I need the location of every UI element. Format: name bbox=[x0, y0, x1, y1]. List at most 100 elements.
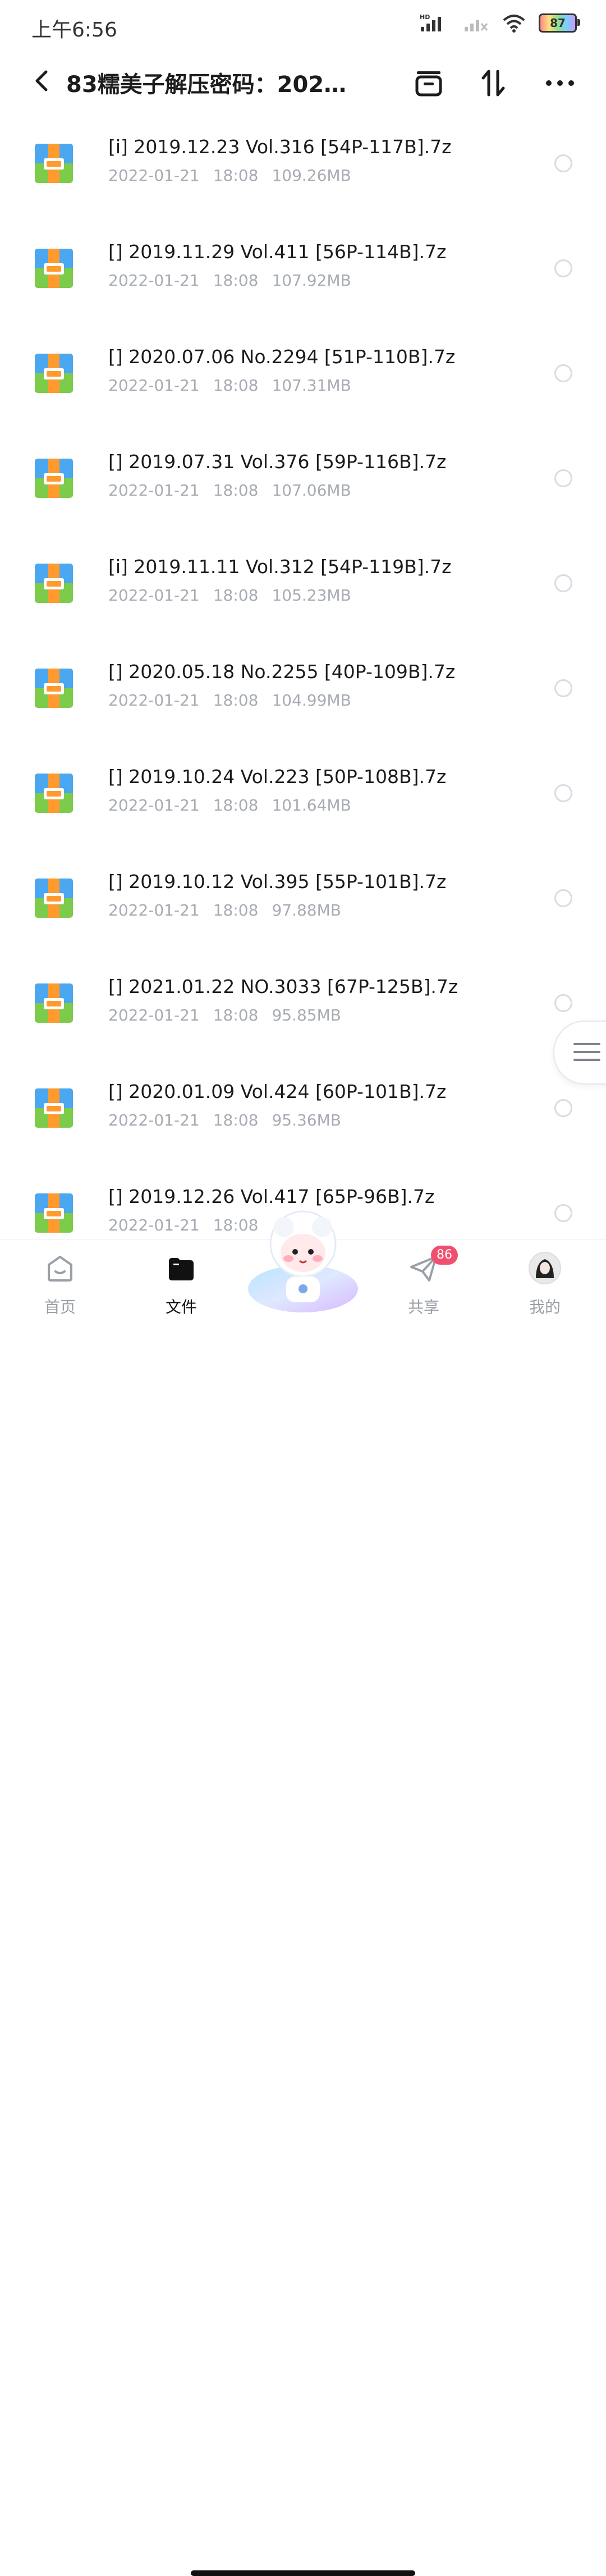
file-meta: 2022-01-21 18:08 97.88MB bbox=[108, 901, 355, 919]
zip-archive-icon bbox=[35, 1193, 73, 1233]
sort-button[interactable] bbox=[477, 66, 511, 100]
file-size: 107.31MB bbox=[272, 376, 351, 395]
zip-archive-icon bbox=[35, 564, 73, 603]
file-time: 18:08 bbox=[213, 271, 259, 290]
nav-share-label: 共享 bbox=[407, 1298, 439, 1316]
file-time: 18:08 bbox=[213, 376, 259, 395]
zip-archive-icon bbox=[35, 879, 73, 918]
file-name: [] 2019.10.24 Vol.223 [50P-108B].7z bbox=[108, 766, 447, 788]
file-time: 18:08 bbox=[213, 1006, 259, 1024]
file-row[interactable]: [] 2019.10.12 Vol.395 [55P-101B].7z 2022-… bbox=[0, 845, 606, 950]
select-radio[interactable] bbox=[554, 259, 572, 277]
file-date: 2022-01-21 bbox=[108, 796, 200, 815]
select-radio[interactable] bbox=[554, 1099, 572, 1117]
more-button[interactable] bbox=[543, 66, 577, 100]
file-date: 2022-01-21 bbox=[108, 1216, 200, 1234]
file-date: 2022-01-21 bbox=[108, 271, 200, 290]
header: 83糯美子解压密码：202… bbox=[0, 54, 606, 110]
select-radio[interactable] bbox=[554, 469, 572, 487]
file-date: 2022-01-21 bbox=[108, 1006, 200, 1024]
sort-icon bbox=[481, 70, 505, 97]
zip-archive-icon bbox=[35, 459, 73, 498]
home-indicator bbox=[191, 2570, 415, 2576]
select-radio[interactable] bbox=[554, 994, 572, 1012]
file-time: 18:08 bbox=[213, 1111, 259, 1129]
file-name: [i] 2019.12.23 Vol.316 [54P-117B].7z bbox=[108, 136, 452, 158]
file-meta: 2022-01-21 18:08 109.26MB bbox=[108, 166, 365, 185]
file-name: [] 2020.07.06 No.2294 [51P-110B].7z bbox=[108, 346, 456, 368]
nav-mine[interactable]: 我的 bbox=[503, 1240, 587, 1324]
file-row[interactable]: [i] 2019.11.11 Vol.312 [54P-119B].7z 2022… bbox=[0, 530, 606, 635]
file-date: 2022-01-21 bbox=[108, 166, 200, 185]
select-radio[interactable] bbox=[554, 574, 572, 592]
file-meta: 2022-01-21 18:08 95.36MB bbox=[108, 1111, 355, 1129]
more-icon bbox=[546, 80, 574, 86]
avatar bbox=[529, 1252, 561, 1284]
folder-icon bbox=[169, 1258, 194, 1280]
archive-icon bbox=[415, 71, 442, 97]
nav-share[interactable]: 86 共享 bbox=[382, 1240, 466, 1324]
zip-archive-icon bbox=[35, 249, 73, 288]
mascot-button[interactable] bbox=[242, 1205, 364, 1317]
file-meta: 2022-01-21 18:08 107.06MB bbox=[108, 481, 365, 500]
wifi-icon bbox=[503, 15, 525, 33]
file-row[interactable]: [] 2019.11.29 Vol.411 [56P-114B].7z 2022-… bbox=[0, 215, 606, 320]
zip-archive-icon bbox=[35, 983, 73, 1023]
file-time: 18:08 bbox=[213, 796, 259, 815]
file-size: 105.23MB bbox=[272, 586, 351, 605]
file-size: 107.92MB bbox=[272, 271, 351, 290]
file-size: 97.88MB bbox=[272, 901, 341, 919]
file-size: 104.99MB bbox=[272, 691, 351, 710]
file-meta: 2022-01-21 18:08 107.31MB bbox=[108, 376, 365, 395]
file-row[interactable]: [] 2019.07.31 Vol.376 [59P-116B].7z 2022-… bbox=[0, 425, 606, 530]
file-name: [] 2021.01.22 NO.3033 [67P-125B].7z bbox=[108, 976, 458, 998]
share-badge: 86 bbox=[431, 1246, 458, 1265]
file-row[interactable]: [] 2020.05.18 No.2255 [40P-109B].7z 2022-… bbox=[0, 635, 606, 740]
status-icons: HD 87 bbox=[420, 13, 580, 33]
archive-button[interactable] bbox=[412, 66, 446, 100]
nav-files-label: 文件 bbox=[165, 1298, 197, 1316]
back-icon[interactable] bbox=[27, 66, 56, 95]
file-time: 18:08 bbox=[213, 166, 259, 185]
file-meta: 2022-01-21 18:08 107.92MB bbox=[108, 271, 365, 290]
home-icon bbox=[48, 1256, 72, 1282]
select-radio[interactable] bbox=[554, 889, 572, 907]
file-list: [i] 2019.12.23 Vol.316 [54P-117B].7z 2022… bbox=[0, 110, 606, 1265]
file-row[interactable]: [] 2020.01.09 Vol.424 [60P-101B].7z 2022-… bbox=[0, 1055, 606, 1160]
select-radio[interactable] bbox=[554, 679, 572, 697]
select-radio[interactable] bbox=[554, 154, 572, 172]
file-row[interactable]: [] 2020.07.06 No.2294 [51P-110B].7z 2022-… bbox=[0, 320, 606, 425]
page-title: 83糯美子解压密码：202… bbox=[66, 72, 347, 98]
file-size: 109.26MB bbox=[272, 166, 351, 185]
nav-home[interactable]: 首页 bbox=[18, 1240, 102, 1324]
file-size: 95.36MB bbox=[272, 1111, 341, 1129]
file-name: [] 2019.10.12 Vol.395 [55P-101B].7z bbox=[108, 871, 447, 893]
file-size: 95.85MB bbox=[272, 1006, 341, 1024]
file-time: 18:08 bbox=[213, 481, 259, 500]
file-date: 2022-01-21 bbox=[108, 691, 200, 710]
signal-icon: HD bbox=[420, 13, 441, 31]
network-label: HD bbox=[420, 13, 430, 21]
file-row[interactable]: [] 2021.01.22 NO.3033 [67P-125B].7z 2022-… bbox=[0, 950, 606, 1055]
select-radio[interactable] bbox=[554, 784, 572, 802]
file-date: 2022-01-21 bbox=[108, 376, 200, 395]
file-size: 101.64MB bbox=[272, 796, 351, 815]
battery-icon: 87 bbox=[539, 13, 580, 33]
file-time: 18:08 bbox=[213, 586, 259, 605]
zip-archive-icon bbox=[35, 144, 73, 183]
file-meta: 2022-01-21 18:08 95.85MB bbox=[108, 1006, 355, 1024]
select-radio[interactable] bbox=[554, 364, 572, 382]
file-date: 2022-01-21 bbox=[108, 901, 200, 919]
file-meta: 2022-01-21 18:08 104.99MB bbox=[108, 691, 365, 710]
file-row[interactable]: [i] 2019.12.23 Vol.316 [54P-117B].7z 2022… bbox=[0, 110, 606, 215]
signal-empty-icon bbox=[465, 20, 488, 31]
nav-home-label: 首页 bbox=[44, 1298, 76, 1316]
file-date: 2022-01-21 bbox=[108, 481, 200, 500]
zip-archive-icon bbox=[35, 669, 73, 708]
nav-files[interactable]: 文件 bbox=[139, 1240, 223, 1324]
select-radio[interactable] bbox=[554, 1204, 572, 1222]
file-date: 2022-01-21 bbox=[108, 586, 200, 605]
file-row[interactable]: [] 2019.10.24 Vol.223 [50P-108B].7z 2022-… bbox=[0, 740, 606, 845]
file-name: [] 2019.11.29 Vol.411 [56P-114B].7z bbox=[108, 241, 447, 263]
zip-archive-icon bbox=[35, 774, 73, 813]
